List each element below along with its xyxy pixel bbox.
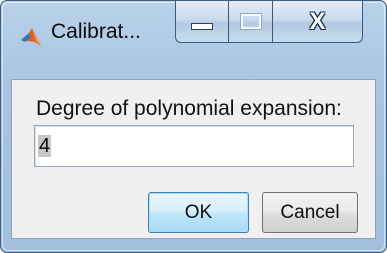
cancel-button[interactable]: Cancel: [262, 192, 358, 233]
window-title: Calibrat...: [51, 20, 141, 43]
matlab-icon: [19, 25, 43, 49]
close-button[interactable]: X: [273, 1, 363, 43]
minimize-button[interactable]: [175, 1, 229, 43]
prompt-label: Degree of polynomial expansion:: [36, 97, 342, 120]
minimize-icon: [191, 23, 213, 30]
maximize-icon: [239, 13, 262, 30]
dialog-window: Calibrat... X Degree of polynomial expan…: [0, 0, 387, 253]
maximize-button[interactable]: [229, 1, 273, 43]
ok-button[interactable]: OK: [148, 192, 249, 233]
input-value-text: 4: [38, 135, 52, 157]
caption-buttons: X: [175, 1, 363, 43]
polynomial-degree-input[interactable]: 4: [34, 125, 354, 167]
close-icon: X: [309, 7, 326, 35]
